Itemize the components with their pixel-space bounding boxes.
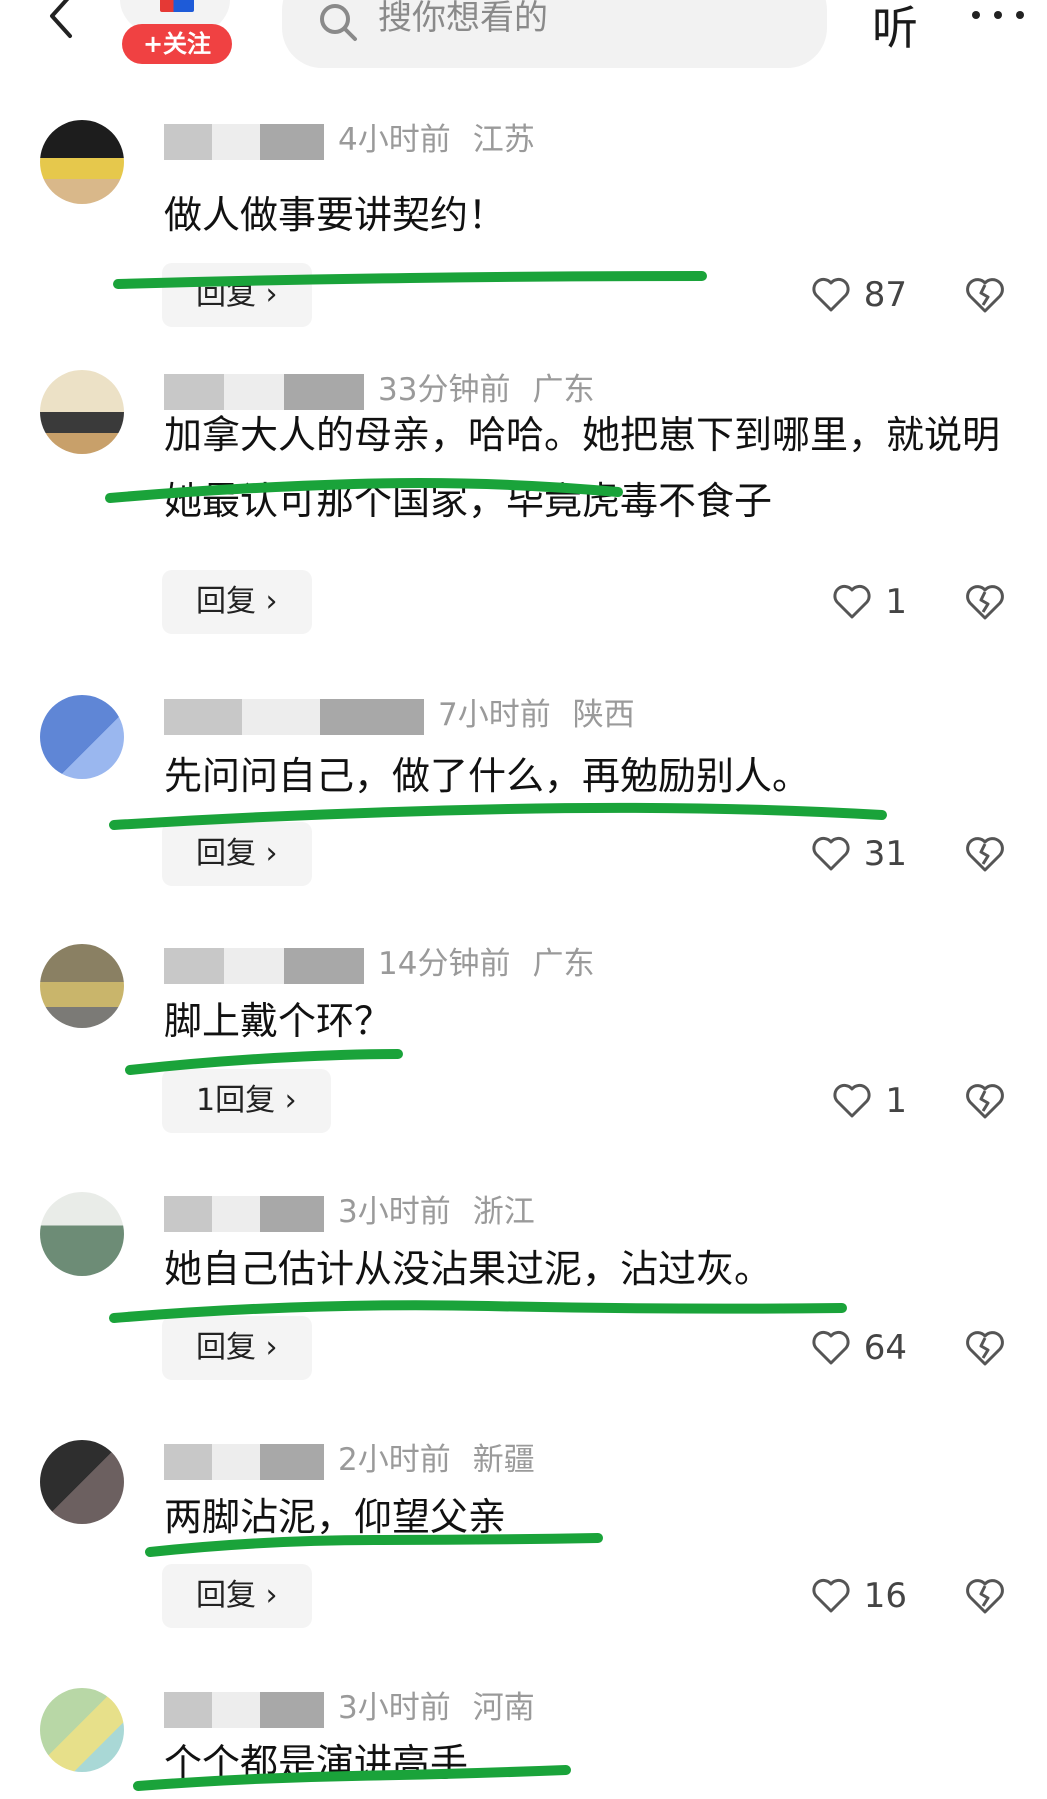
more-icon[interactable] xyxy=(972,8,1028,22)
reply-button[interactable]: 1回复 › xyxy=(162,1069,331,1133)
heart-icon xyxy=(812,277,850,312)
username-redacted xyxy=(164,1443,324,1480)
comment-time: 4小时前 xyxy=(338,122,451,158)
username-redacted xyxy=(164,1195,324,1232)
username-redacted xyxy=(164,698,424,735)
avatar[interactable] xyxy=(40,1192,124,1276)
back-arrow-icon[interactable] xyxy=(42,0,82,40)
comment-text: 脚上戴个环？ xyxy=(164,999,393,1043)
avatar[interactable] xyxy=(40,944,124,1028)
comment-location: 新疆 xyxy=(472,1442,535,1478)
reply-button[interactable]: 回复 › xyxy=(162,263,312,327)
reply-button[interactable]: 回复 › xyxy=(162,822,312,886)
heart-icon xyxy=(833,584,871,619)
comment-location: 广东 xyxy=(532,946,595,982)
search-placeholder: 搜你想看的 xyxy=(378,0,548,38)
broken-heart-icon[interactable] xyxy=(963,1574,1007,1618)
like-button[interactable]: 16 xyxy=(810,1564,907,1628)
follow-button[interactable]: +关注 xyxy=(122,24,232,64)
heart-icon xyxy=(812,836,850,871)
search-icon xyxy=(320,4,357,41)
like-button[interactable]: 1 xyxy=(831,570,907,634)
heart-icon xyxy=(812,1330,850,1365)
reply-button[interactable]: 回复 › xyxy=(162,570,312,634)
comment-location: 浙江 xyxy=(472,1194,535,1230)
username-redacted xyxy=(164,1691,324,1728)
comment-text: 个个都是演讲高手 xyxy=(164,1741,469,1785)
channel-logo-icon xyxy=(160,0,194,12)
avatar[interactable] xyxy=(40,120,124,204)
avatar[interactable] xyxy=(40,695,124,779)
comment-meta: 14分钟前 广东 xyxy=(164,944,594,984)
like-button[interactable]: 87 xyxy=(810,263,907,327)
like-count: 64 xyxy=(863,1328,907,1368)
broken-heart-icon[interactable] xyxy=(963,580,1007,624)
like-count: 87 xyxy=(863,275,907,315)
comment-time: 7小时前 xyxy=(438,697,551,733)
comment-time: 2小时前 xyxy=(338,1442,451,1478)
like-count: 31 xyxy=(863,834,907,874)
reply-button[interactable]: 回复 › xyxy=(162,1564,312,1628)
username-redacted xyxy=(164,123,324,160)
comment-text: 加拿大人的母亲，哈哈。她把崽下到哪里，就说明她最认可那个国家，毕竟虎毒不食子 xyxy=(164,413,1001,523)
comment-text: 先问问自己，做了什么，再勉励别人。 xyxy=(164,754,811,798)
comment-time: 3小时前 xyxy=(338,1194,451,1230)
comment-time: 3小时前 xyxy=(338,1690,451,1726)
listen-button[interactable]: 听 xyxy=(872,0,918,58)
comment-text: 两脚沾泥，仰望父亲 xyxy=(164,1495,507,1539)
avatar[interactable] xyxy=(40,1440,124,1524)
heart-icon xyxy=(833,1083,871,1118)
like-button[interactable]: 31 xyxy=(810,822,907,886)
broken-heart-icon[interactable] xyxy=(963,1326,1007,1370)
comment-text: 她自己估计从没沾果过泥，沾过灰。 xyxy=(164,1247,773,1291)
search-input[interactable]: 搜你想看的 xyxy=(282,0,827,68)
comment-meta: 3小时前 河南 xyxy=(164,1688,535,1728)
broken-heart-icon[interactable] xyxy=(963,832,1007,876)
avatar[interactable] xyxy=(40,370,124,454)
broken-heart-icon[interactable] xyxy=(963,1079,1007,1123)
comment-text: 做人做事要讲契约！ xyxy=(164,193,507,237)
avatar[interactable] xyxy=(40,1688,124,1772)
like-button[interactable]: 1 xyxy=(831,1069,907,1133)
like-button[interactable]: 64 xyxy=(810,1316,907,1380)
comment-meta: 2小时前 新疆 xyxy=(164,1440,535,1480)
comment-time: 14分钟前 xyxy=(378,946,511,982)
top-bar: +关注 搜你想看的 听 xyxy=(0,0,1047,80)
heart-icon xyxy=(812,1578,850,1613)
comment-meta: 3小时前 浙江 xyxy=(164,1192,535,1232)
username-redacted xyxy=(164,947,364,984)
like-count: 1 xyxy=(885,1081,907,1121)
comment-location: 陕西 xyxy=(572,697,635,733)
broken-heart-icon[interactable] xyxy=(963,273,1007,317)
like-count: 1 xyxy=(885,582,907,622)
comment-meta: 4小时前 江苏 xyxy=(164,120,535,160)
comment-location: 河南 xyxy=(472,1690,535,1726)
comment-location: 江苏 xyxy=(472,122,535,158)
like-count: 16 xyxy=(863,1576,907,1616)
comment-meta: 7小时前 陕西 xyxy=(164,695,635,735)
reply-button[interactable]: 回复 › xyxy=(162,1316,312,1380)
